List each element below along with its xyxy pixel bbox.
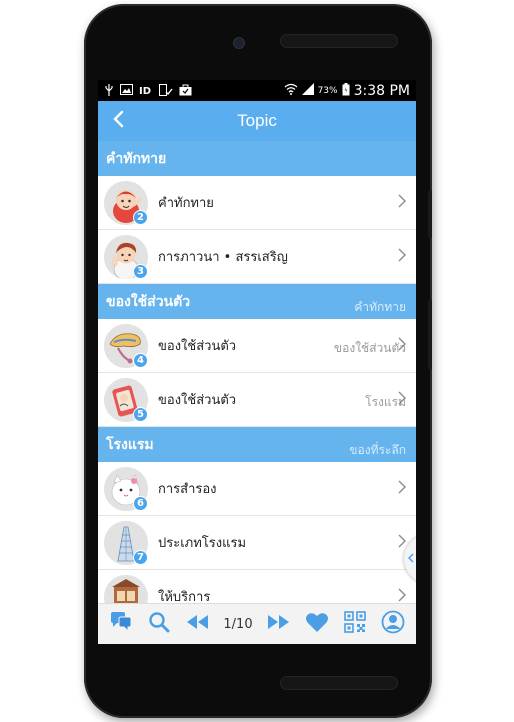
item-number-badge: 6 xyxy=(133,495,148,511)
wifi-icon xyxy=(284,83,298,98)
list-item[interactable]: 5 ของใช้ส่วนตัว โรงแรม xyxy=(98,373,416,427)
status-bar: ID 73% 3:38 PM xyxy=(98,80,416,101)
next-page-button[interactable] xyxy=(265,610,293,638)
page-title: Topic xyxy=(237,111,277,130)
front-camera xyxy=(234,38,244,48)
item-number-badge: 7 xyxy=(133,549,148,565)
avatar xyxy=(104,574,148,603)
favorite-button[interactable] xyxy=(303,610,331,638)
section-header: โรงแรม ของที่ระลึก xyxy=(98,427,416,462)
fast-forward-icon xyxy=(267,614,291,634)
chevron-right-icon xyxy=(398,336,406,355)
item-label: ประเภทโรงแรม xyxy=(158,536,247,551)
avatar: 7 xyxy=(104,520,148,565)
item-label: ให้บริการ xyxy=(158,590,211,603)
chevron-right-icon xyxy=(398,479,406,498)
search-icon xyxy=(148,611,170,637)
avatar: 3 xyxy=(104,234,148,279)
list-item[interactable]: 2 คำทักทาย xyxy=(98,176,416,230)
bag-icon xyxy=(179,84,192,98)
item-number-badge: 2 xyxy=(133,209,148,225)
chevron-left-icon xyxy=(112,109,124,134)
profile-icon xyxy=(381,610,405,638)
avatar: 5 xyxy=(104,377,148,422)
image-icon xyxy=(120,84,133,97)
chevron-right-icon xyxy=(398,193,406,212)
clock: 3:38 PM xyxy=(353,82,410,99)
bottom-speaker xyxy=(280,676,398,690)
battery-percent: 73% xyxy=(317,85,338,96)
volume-button xyxy=(428,190,432,238)
list-item[interactable]: 3 การภาวนา • สรรเสริญ xyxy=(98,230,416,284)
profile-button[interactable] xyxy=(379,610,407,638)
top-speaker xyxy=(280,34,398,48)
topic-list: คำทักทาย 2 คำทักทาย 3 การภาวนา • สรรเสริ… xyxy=(98,141,416,603)
list-item[interactable]: ให้บริการ xyxy=(98,570,416,603)
section-header: ของใช้ส่วนตัว คำทักทาย xyxy=(98,284,416,319)
ghost-text: คำทักทาย xyxy=(354,300,406,314)
chat-button[interactable] xyxy=(107,610,135,638)
page-indicator: 1/10 xyxy=(223,616,253,632)
chevron-right-icon xyxy=(398,390,406,409)
item-label: คำทักทาย xyxy=(158,196,214,211)
item-label: การสำรอง xyxy=(158,482,217,497)
qr-code-icon xyxy=(344,611,366,637)
item-label: ของใช้ส่วนตัว xyxy=(158,339,237,354)
section-title: ของใช้ส่วนตัว xyxy=(106,293,191,310)
chat-icon xyxy=(109,611,133,637)
heart-icon xyxy=(305,612,329,637)
list-item[interactable]: 7 ประเภทโรงแรม xyxy=(98,516,416,570)
device-check-icon xyxy=(159,83,173,98)
item-number-badge: 5 xyxy=(133,406,148,422)
qr-scan-button[interactable] xyxy=(341,610,369,638)
search-button[interactable] xyxy=(145,610,173,638)
signal-icon xyxy=(301,83,314,98)
ghost-text: ของที่ระลึก xyxy=(349,443,406,457)
battery-icon xyxy=(342,82,350,99)
chevron-right-icon xyxy=(398,587,406,603)
app-header: Topic xyxy=(98,101,416,141)
item-number-badge: 3 xyxy=(133,263,148,279)
screen: ID 73% 3:38 PM Topic คำทักทาย 2 คำทักทาย… xyxy=(98,80,416,644)
chevron-left-icon xyxy=(408,552,414,566)
power-button xyxy=(428,300,432,370)
list-item[interactable]: 6 การสำรอง xyxy=(98,462,416,516)
back-button[interactable] xyxy=(106,109,130,133)
id-icon: ID xyxy=(139,84,153,97)
section-title: โรงแรม xyxy=(106,436,154,453)
avatar: 4 xyxy=(104,323,148,368)
avatar: 6 xyxy=(104,466,148,511)
list-item[interactable]: 4 ของใช้ส่วนตัว ของใช้ส่วนตัว xyxy=(98,319,416,373)
previous-page-button[interactable] xyxy=(183,610,211,638)
avatar: 2 xyxy=(104,180,148,225)
cartoon-avatar-icon xyxy=(104,574,148,603)
section-title: คำทักทาย xyxy=(106,150,167,167)
usb-icon xyxy=(104,83,114,98)
chevron-right-icon xyxy=(398,247,406,266)
rewind-icon xyxy=(185,614,209,634)
item-label: การภาวนา • สรรเสริญ xyxy=(158,250,288,265)
ghost-text: ของใช้ส่วนตัว xyxy=(333,341,406,355)
svg-text:ID: ID xyxy=(139,86,151,95)
bottom-toolbar: 1/10 xyxy=(98,603,416,644)
item-number-badge: 4 xyxy=(133,352,148,368)
section-header: คำทักทาย xyxy=(98,141,416,176)
item-label: ของใช้ส่วนตัว xyxy=(158,393,237,408)
